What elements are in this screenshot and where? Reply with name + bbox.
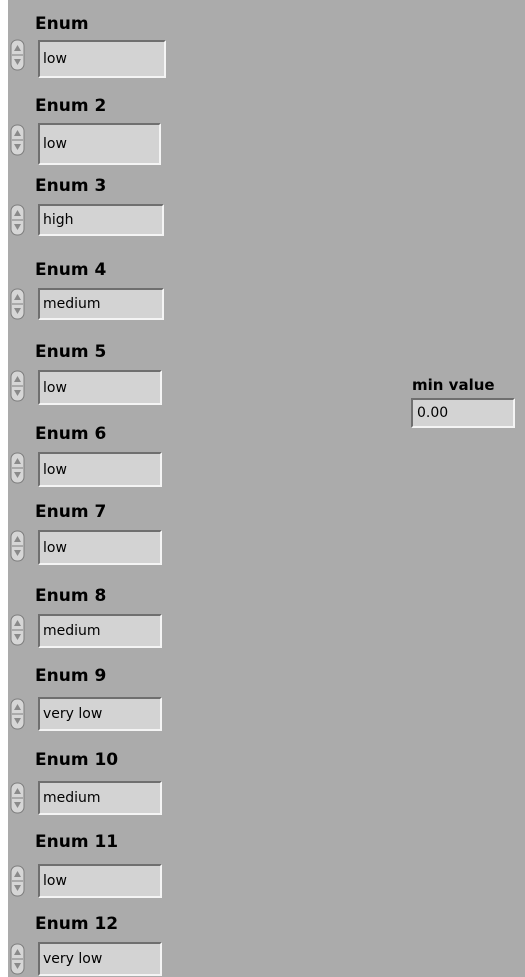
enum-label: Enum 2 bbox=[35, 96, 107, 116]
enum-control-10: Enum 10 medium bbox=[10, 750, 170, 820]
enum-value: very low bbox=[43, 951, 103, 967]
enum-field[interactable]: low bbox=[38, 40, 166, 78]
up-down-spinner-icon[interactable] bbox=[10, 614, 26, 646]
enum-field[interactable]: low bbox=[38, 370, 162, 405]
enum-control-3: Enum 3 high bbox=[10, 176, 170, 246]
enum-field[interactable]: very low bbox=[38, 697, 162, 731]
enum-field[interactable]: medium bbox=[38, 614, 162, 648]
min-value-field[interactable]: 0.00 bbox=[411, 398, 515, 428]
min-value-readout: 0.00 bbox=[417, 405, 449, 421]
up-down-spinner-icon[interactable] bbox=[10, 452, 26, 484]
enum-field[interactable]: low bbox=[38, 123, 161, 165]
up-down-spinner-icon[interactable] bbox=[10, 530, 26, 562]
up-down-spinner-icon[interactable] bbox=[10, 204, 26, 236]
enum-value: low bbox=[43, 873, 67, 889]
enum-label: Enum 8 bbox=[35, 586, 107, 606]
enum-value: medium bbox=[43, 296, 101, 312]
enum-control-8: Enum 8 medium bbox=[10, 586, 170, 656]
enum-label: Enum 10 bbox=[35, 750, 119, 770]
enum-label: Enum 12 bbox=[35, 914, 119, 934]
enum-field[interactable]: low bbox=[38, 530, 162, 565]
enum-label: Enum 7 bbox=[35, 502, 107, 522]
enum-control-12: Enum 12 very low bbox=[10, 914, 170, 977]
enum-value: low bbox=[43, 461, 67, 478]
min-value-label: min value bbox=[412, 376, 495, 394]
enum-label: Enum bbox=[35, 14, 89, 34]
up-down-spinner-icon[interactable] bbox=[10, 698, 26, 730]
enum-value: low bbox=[43, 539, 67, 556]
enum-field[interactable]: low bbox=[38, 452, 162, 487]
enum-field[interactable]: high bbox=[38, 204, 164, 236]
enum-control-7: Enum 7 low bbox=[10, 502, 170, 572]
up-down-spinner-icon[interactable] bbox=[10, 39, 26, 71]
enum-field[interactable]: medium bbox=[38, 781, 162, 815]
panel-left-edge bbox=[0, 0, 8, 977]
up-down-spinner-icon[interactable] bbox=[10, 943, 26, 975]
enum-label: Enum 11 bbox=[35, 832, 119, 852]
enum-control-9: Enum 9 very low bbox=[10, 666, 170, 736]
enum-value: low bbox=[43, 136, 67, 152]
enum-control-6: Enum 6 low bbox=[10, 424, 170, 494]
enum-label: Enum 6 bbox=[35, 424, 107, 444]
enum-value: medium bbox=[43, 790, 101, 806]
enum-control-2: Enum 2 low bbox=[10, 96, 170, 166]
enum-control-1: Enum low bbox=[10, 14, 170, 84]
enum-value: low bbox=[43, 51, 67, 67]
enum-field[interactable]: very low bbox=[38, 942, 162, 976]
enum-label: Enum 3 bbox=[35, 176, 107, 196]
enum-label: Enum 5 bbox=[35, 342, 107, 362]
enum-control-11: Enum 11 low bbox=[10, 832, 170, 902]
enum-label: Enum 4 bbox=[35, 260, 107, 280]
enum-field[interactable]: medium bbox=[38, 288, 164, 320]
up-down-spinner-icon[interactable] bbox=[10, 288, 26, 320]
up-down-spinner-icon[interactable] bbox=[10, 370, 26, 402]
enum-label: Enum 9 bbox=[35, 666, 107, 686]
enum-control-5: Enum 5 low bbox=[10, 342, 170, 412]
up-down-spinner-icon[interactable] bbox=[10, 124, 26, 156]
enum-value: medium bbox=[43, 623, 101, 639]
enum-field[interactable]: low bbox=[38, 864, 162, 898]
enum-control-4: Enum 4 medium bbox=[10, 260, 170, 330]
enum-value: low bbox=[43, 379, 67, 396]
enum-value: very low bbox=[43, 706, 103, 722]
up-down-spinner-icon[interactable] bbox=[10, 865, 26, 897]
up-down-spinner-icon[interactable] bbox=[10, 782, 26, 814]
enum-value: high bbox=[43, 212, 74, 228]
